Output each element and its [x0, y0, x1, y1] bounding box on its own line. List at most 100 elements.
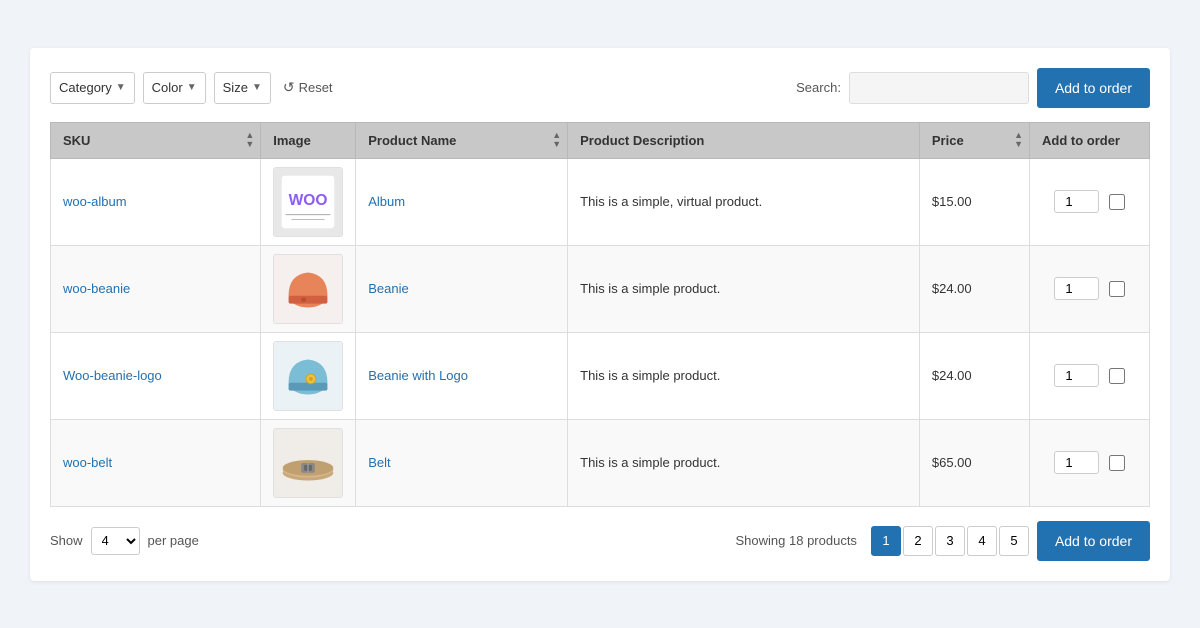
show-label: Show — [50, 533, 83, 548]
product-name-link[interactable]: Beanie with Logo — [368, 368, 468, 383]
product-image — [273, 341, 343, 411]
row-checkbox[interactable] — [1109, 455, 1125, 471]
color-arrow-icon: ▼ — [187, 82, 197, 93]
product-price: $24.00 — [932, 368, 972, 383]
table-header-row: SKU ▲▼ Image Product Name ▲▼ Product Des… — [51, 122, 1150, 158]
pagination: 1 2 3 4 5 — [871, 526, 1029, 556]
qty-check-wrap — [1042, 190, 1137, 213]
reset-label: Reset — [299, 80, 333, 95]
add-order-cell — [1030, 332, 1150, 419]
color-filter[interactable]: Color ▼ — [143, 72, 206, 104]
qty-check-wrap — [1042, 364, 1137, 387]
qty-check-wrap — [1042, 451, 1137, 474]
image-cell — [261, 245, 356, 332]
name-cell: Album — [356, 158, 568, 245]
category-arrow-icon: ▼ — [116, 82, 126, 93]
col-image: Image — [261, 122, 356, 158]
row-checkbox[interactable] — [1109, 281, 1125, 297]
product-name-link[interactable]: Beanie — [368, 281, 408, 296]
qty-input[interactable] — [1054, 277, 1099, 300]
main-container: Category ▼ Color ▼ Size ▼ ↺ Reset Search… — [30, 48, 1170, 581]
product-description: This is a simple product. — [580, 368, 720, 383]
product-table: SKU ▲▼ Image Product Name ▲▼ Product Des… — [50, 122, 1150, 507]
product-name-link[interactable]: Belt — [368, 455, 390, 470]
product-price: $24.00 — [932, 281, 972, 296]
price-cell: $24.00 — [919, 245, 1029, 332]
row-checkbox[interactable] — [1109, 368, 1125, 384]
image-cell — [261, 332, 356, 419]
search-label: Search: — [796, 80, 841, 95]
reset-icon: ↺ — [283, 79, 295, 96]
reset-button[interactable]: ↺ Reset — [279, 74, 337, 101]
page-2-button[interactable]: 2 — [903, 526, 933, 556]
svg-text:WOO: WOO — [289, 191, 328, 208]
product-description: This is a simple product. — [580, 455, 720, 470]
qty-input[interactable] — [1054, 451, 1099, 474]
product-image — [273, 254, 343, 324]
name-sort-icon: ▲▼ — [552, 131, 561, 149]
per-page-label: per page — [148, 533, 199, 548]
price-cell: $65.00 — [919, 419, 1029, 506]
size-label: Size — [223, 80, 248, 95]
category-label: Category — [59, 80, 112, 95]
showing-text: Showing 18 products — [736, 533, 857, 548]
col-add-to-order: Add to order — [1030, 122, 1150, 158]
add-order-cell — [1030, 245, 1150, 332]
description-cell: This is a simple product. — [568, 245, 920, 332]
qty-check-wrap — [1042, 277, 1137, 300]
table-row: woo-album WOO Album This is a simple, vi… — [51, 158, 1150, 245]
page-1-button[interactable]: 1 — [871, 526, 901, 556]
table-row: Woo-beanie-logo Beanie with Logo This is… — [51, 332, 1150, 419]
add-order-cell — [1030, 419, 1150, 506]
page-3-button[interactable]: 3 — [935, 526, 965, 556]
description-cell: This is a simple product. — [568, 419, 920, 506]
qty-input[interactable] — [1054, 364, 1099, 387]
product-description: This is a simple, virtual product. — [580, 194, 762, 209]
description-cell: This is a simple product. — [568, 332, 920, 419]
price-sort-icon: ▲▼ — [1014, 131, 1023, 149]
per-page-select[interactable]: 4 8 12 16 — [91, 527, 140, 555]
sku-cell: woo-belt — [51, 419, 261, 506]
sku-cell: Woo-beanie-logo — [51, 332, 261, 419]
sku-link[interactable]: Woo-beanie-logo — [63, 368, 162, 383]
name-cell: Beanie — [356, 245, 568, 332]
col-product-name: Product Name ▲▼ — [356, 122, 568, 158]
toolbar: Category ▼ Color ▼ Size ▼ ↺ Reset Search… — [50, 68, 1150, 108]
col-price: Price ▲▼ — [919, 122, 1029, 158]
footer: Show 4 8 12 16 per page Showing 18 produ… — [50, 521, 1150, 561]
add-to-order-button-top[interactable]: Add to order — [1037, 68, 1150, 108]
page-5-button[interactable]: 5 — [999, 526, 1029, 556]
sku-link[interactable]: woo-belt — [63, 455, 112, 470]
product-name-link[interactable]: Album — [368, 194, 405, 209]
name-cell: Beanie with Logo — [356, 332, 568, 419]
product-image — [273, 428, 343, 498]
table-row: woo-beanie Beanie This is a simple produ… — [51, 245, 1150, 332]
image-cell: WOO — [261, 158, 356, 245]
add-order-cell — [1030, 158, 1150, 245]
size-arrow-icon: ▼ — [252, 82, 262, 93]
product-price: $15.00 — [932, 194, 972, 209]
price-cell: $24.00 — [919, 332, 1029, 419]
color-label: Color — [152, 80, 183, 95]
product-description: This is a simple product. — [580, 281, 720, 296]
sku-sort-icon: ▲▼ — [245, 131, 254, 149]
search-input[interactable] — [849, 72, 1029, 104]
size-filter[interactable]: Size ▼ — [214, 72, 271, 104]
sku-cell: woo-beanie — [51, 245, 261, 332]
add-to-order-button-bottom[interactable]: Add to order — [1037, 521, 1150, 561]
name-cell: Belt — [356, 419, 568, 506]
qty-input[interactable] — [1054, 190, 1099, 213]
col-sku: SKU ▲▼ — [51, 122, 261, 158]
page-4-button[interactable]: 4 — [967, 526, 997, 556]
row-checkbox[interactable] — [1109, 194, 1125, 210]
sku-link[interactable]: woo-album — [63, 194, 127, 209]
category-filter[interactable]: Category ▼ — [50, 72, 135, 104]
sku-cell: woo-album — [51, 158, 261, 245]
col-description: Product Description — [568, 122, 920, 158]
product-image: WOO — [273, 167, 343, 237]
sku-link[interactable]: woo-beanie — [63, 281, 130, 296]
description-cell: This is a simple, virtual product. — [568, 158, 920, 245]
image-cell — [261, 419, 356, 506]
product-price: $65.00 — [932, 455, 972, 470]
price-cell: $15.00 — [919, 158, 1029, 245]
